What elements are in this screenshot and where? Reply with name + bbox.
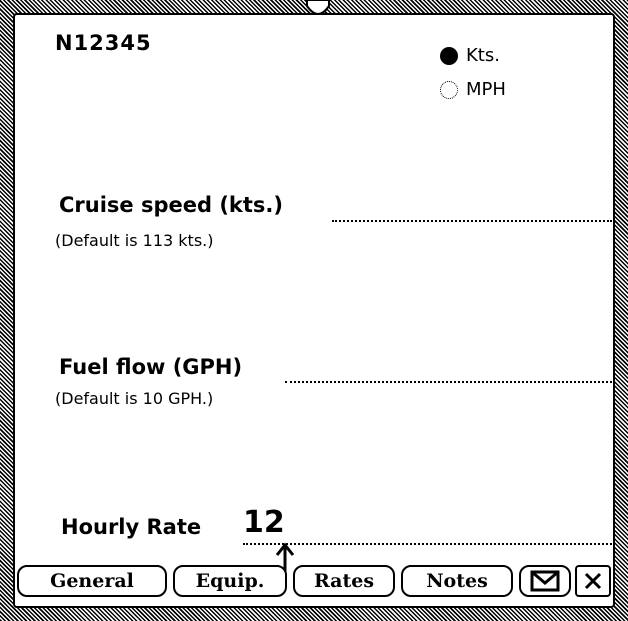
fuel-flow-hint: (Default is 10 GPH.) bbox=[55, 389, 214, 408]
unit-option-kts[interactable]: Kts. bbox=[440, 45, 500, 66]
envelope-icon bbox=[530, 570, 560, 592]
radio-unselected-icon[interactable] bbox=[440, 80, 458, 99]
cruise-speed-hint: (Default is 113 kts.) bbox=[55, 231, 214, 250]
tab-bar: General Equip. Rates Notes bbox=[15, 563, 613, 603]
unit-option-mph[interactable]: MPH bbox=[440, 79, 506, 100]
radio-selected-icon[interactable] bbox=[440, 46, 458, 65]
tab-equip[interactable]: Equip. bbox=[173, 565, 287, 597]
hourly-rate-input[interactable]: 12 bbox=[243, 505, 285, 540]
fuel-flow-label: Fuel flow (GPH) bbox=[59, 355, 243, 379]
tab-rates[interactable]: Rates bbox=[293, 565, 395, 597]
close-icon bbox=[584, 572, 602, 590]
unit-option-label: Kts. bbox=[466, 45, 500, 66]
fuel-flow-input[interactable] bbox=[285, 381, 612, 383]
hourly-rate-underline bbox=[243, 543, 612, 545]
hourly-rate-label: Hourly Rate bbox=[61, 515, 202, 539]
tab-general[interactable]: General bbox=[17, 565, 167, 597]
form-panel: N12345 Kts. MPH Cruise speed (kts.) (Def… bbox=[13, 13, 615, 608]
mail-button[interactable] bbox=[519, 565, 571, 597]
cruise-speed-label: Cruise speed (kts.) bbox=[59, 193, 284, 217]
tab-notes[interactable]: Notes bbox=[401, 565, 513, 597]
cruise-speed-input[interactable] bbox=[332, 220, 612, 222]
aircraft-id: N12345 bbox=[55, 31, 152, 55]
drag-handle-icon[interactable] bbox=[305, 0, 331, 22]
unit-option-label: MPH bbox=[466, 79, 506, 100]
close-button[interactable] bbox=[575, 565, 611, 597]
